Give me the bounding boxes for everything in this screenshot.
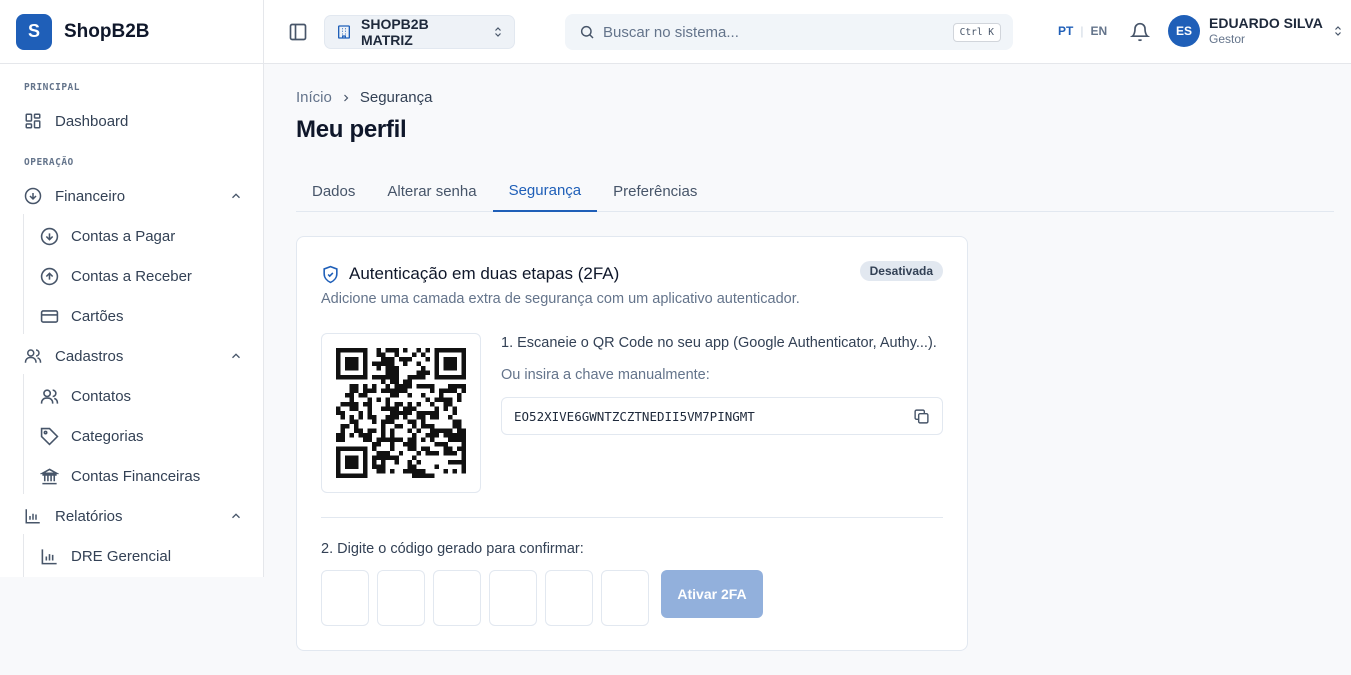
sidebar-item-contatos[interactable]: Contatos — [40, 382, 243, 410]
tab-dados[interactable]: Dados — [296, 170, 371, 212]
code-digit-input[interactable] — [601, 570, 649, 626]
code-digit-input[interactable] — [433, 570, 481, 626]
company-selector[interactable]: SHOPB2B MATRIZ — [324, 15, 515, 49]
lang-separator: | — [1080, 24, 1084, 38]
user-menu[interactable]: ES EDUARDO SILVA Gestor — [1168, 15, 1344, 47]
arrow-down-circle-icon — [24, 187, 42, 205]
bank-icon — [40, 467, 59, 486]
chevron-right-icon — [340, 92, 352, 104]
sidebar-item-label: Contas a Receber — [71, 267, 192, 285]
tab-preferencias[interactable]: Preferências — [597, 170, 713, 212]
chevrons-up-down-icon — [1332, 24, 1344, 38]
lang-pt[interactable]: PT — [1058, 24, 1073, 38]
sidebar-item-categorias[interactable]: Categorias — [40, 422, 243, 450]
card-title: Autenticação em duas etapas (2FA) — [349, 264, 620, 283]
tab-seguranca[interactable]: Segurança — [492, 170, 598, 212]
card-header: Autenticação em duas etapas (2FA) — [321, 264, 619, 284]
sidebar: S ShopB2B PRINCIPAL Dashboard OPERAÇÃO F… — [0, 0, 264, 577]
user-info: EDUARDO SILVA Gestor — [1209, 15, 1323, 47]
sidebar-item-label: Financeiro — [55, 187, 126, 205]
qr-code — [321, 333, 481, 493]
tab-alterar-senha[interactable]: Alterar senha — [371, 170, 492, 212]
copy-icon[interactable] — [913, 408, 930, 425]
arrow-down-circle-icon — [40, 227, 59, 246]
qr-code-image — [336, 348, 466, 478]
sidebar-item-relatorios[interactable]: Relatórios — [24, 502, 243, 530]
code-digit-input[interactable] — [377, 570, 425, 626]
secret-key-value: EO52XIVE6GWNTZCZTNEDII5VM7PINGMT — [514, 408, 755, 424]
company-name: SHOPB2B MATRIZ — [361, 16, 429, 48]
top-header: SHOPB2B MATRIZ Buscar no sistema... Ctrl… — [264, 0, 1351, 64]
building-icon — [336, 24, 352, 40]
sidebar-toggle-icon[interactable] — [288, 22, 308, 42]
page-title: Meu perfil — [296, 116, 407, 143]
arrow-up-circle-icon — [40, 267, 59, 286]
submenu-line — [23, 534, 24, 577]
shield-check-icon — [321, 265, 340, 284]
sidebar-item-contas-receber[interactable]: Contas a Receber — [40, 262, 243, 290]
breadcrumb: Início Segurança — [296, 89, 432, 106]
sidebar-item-contas-pagar[interactable]: Contas a Pagar — [40, 222, 243, 250]
chevron-up-icon[interactable] — [229, 189, 243, 203]
bar-chart-icon — [40, 547, 59, 566]
sidebar-item-dashboard[interactable]: Dashboard — [24, 107, 243, 135]
users-icon — [24, 347, 42, 365]
tag-icon — [40, 427, 59, 446]
sidebar-item-label: Contas a Pagar — [71, 227, 176, 245]
brand[interactable]: S ShopB2B — [0, 0, 263, 64]
status-badge: Desativada — [859, 261, 943, 281]
twofa-card: Autenticação em duas etapas (2FA) Desati… — [296, 236, 968, 651]
step2-instruction: 2. Digite o código gerado para confirmar… — [321, 541, 584, 557]
lang-en[interactable]: EN — [1090, 24, 1107, 38]
chevron-up-icon[interactable] — [229, 509, 243, 523]
step1-instruction: 1. Escaneie o QR Code no seu app (Google… — [501, 335, 937, 351]
breadcrumb-home[interactable]: Início — [296, 89, 332, 106]
credit-card-icon — [40, 307, 59, 326]
bar-chart-icon — [24, 507, 42, 525]
code-digit-input[interactable] — [489, 570, 537, 626]
sidebar-item-dre[interactable]: DRE Gerencial — [40, 542, 243, 570]
submenu-line — [23, 214, 24, 334]
bell-icon[interactable] — [1130, 22, 1150, 42]
search-shortcut: Ctrl K — [952, 22, 1001, 42]
sidebar-item-label: Cadastros — [55, 347, 124, 365]
user-name: EDUARDO SILVA — [1209, 15, 1323, 31]
code-digit-input[interactable] — [321, 570, 369, 626]
chevrons-up-down-icon — [492, 25, 504, 39]
manual-key-label: Ou insira a chave manualmente: — [501, 367, 710, 383]
sidebar-item-label: Contatos — [71, 387, 132, 405]
chevron-up-icon[interactable] — [229, 349, 243, 363]
search-bar[interactable]: Buscar no sistema... Ctrl K — [565, 14, 1013, 50]
brand-name: ShopB2B — [64, 20, 150, 42]
sidebar-item-label: DRE Gerencial — [71, 547, 172, 565]
language-switcher: PT | EN — [1058, 24, 1107, 38]
sidebar-item-label: Relatórios — [55, 507, 123, 525]
activate-2fa-button[interactable]: Ativar 2FA — [661, 570, 763, 618]
search-icon — [579, 24, 595, 40]
sidebar-item-label: Contas Financeiras — [71, 467, 201, 485]
secret-key-field[interactable]: EO52XIVE6GWNTZCZTNEDII5VM7PINGMT — [501, 397, 943, 435]
card-description: Adicione uma camada extra de segurança c… — [321, 291, 800, 307]
brand-logo: S — [16, 13, 52, 50]
sidebar-item-cartoes[interactable]: Cartões — [40, 302, 243, 330]
users-icon — [40, 387, 59, 406]
code-digit-input[interactable] — [545, 570, 593, 626]
section-label-principal: PRINCIPAL — [24, 82, 80, 93]
sidebar-item-label: Categorias — [71, 427, 144, 445]
sidebar-item-label: Cartões — [71, 307, 124, 325]
breadcrumb-current: Segurança — [359, 89, 433, 106]
sidebar-item-financeiro[interactable]: Financeiro — [24, 182, 243, 210]
user-role: Gestor — [1209, 32, 1246, 46]
grid-icon — [24, 112, 42, 130]
sidebar-item-cadastros[interactable]: Cadastros — [24, 342, 243, 370]
sidebar-item-label: Dashboard — [55, 112, 129, 130]
divider — [321, 517, 943, 518]
section-label-operacao: OPERAÇÃO — [24, 157, 74, 168]
sidebar-item-contas-financeiras[interactable]: Contas Financeiras — [40, 462, 243, 490]
profile-tabs: Dados Alterar senha Segurança Preferênci… — [296, 170, 1334, 212]
avatar: ES — [1168, 15, 1200, 47]
search-placeholder: Buscar no sistema... — [603, 23, 739, 41]
submenu-line — [23, 374, 24, 494]
